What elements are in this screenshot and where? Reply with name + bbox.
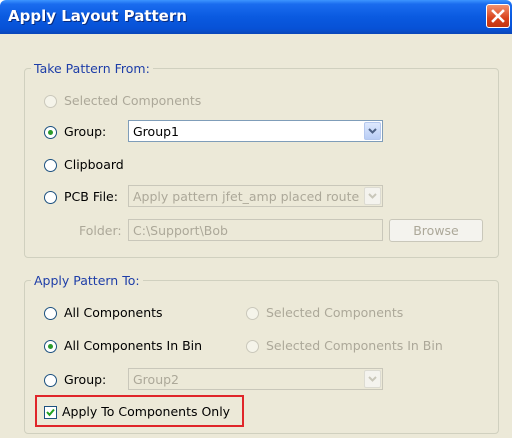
folder-label: Folder:: [79, 223, 122, 238]
take-group-select-value: Group1: [133, 124, 180, 139]
take-pcb-file-radio[interactable]: [44, 191, 57, 204]
pcb-file-dropdown-button: [364, 187, 381, 205]
chevron-down-icon: [368, 128, 377, 134]
take-selected-components-label: Selected Components: [64, 93, 202, 108]
window-title: Apply Layout Pattern: [8, 7, 187, 25]
apply-selected-components-in-bin-radio: [246, 340, 259, 353]
take-pcb-file-label: PCB File:: [64, 189, 118, 204]
take-clipboard-radio[interactable]: [44, 159, 57, 172]
apply-group-select-value: Group2: [133, 372, 180, 387]
apply-group-select: Group2: [128, 368, 383, 390]
apply-all-components-in-bin-radio[interactable]: [44, 340, 57, 353]
folder-field: C:\Support\Bob: [128, 219, 383, 241]
take-selected-components-radio: [44, 95, 57, 108]
apply-selected-components-radio: [246, 307, 259, 320]
browse-button: Browse: [389, 219, 483, 242]
apply-all-components-radio[interactable]: [44, 307, 57, 320]
take-clipboard-label: Clipboard: [64, 157, 124, 172]
apply-all-components-in-bin-label: All Components In Bin: [64, 338, 203, 353]
apply-selected-components-label: Selected Components: [266, 305, 404, 320]
dialog-body: Take Pattern From: Selected Components G…: [0, 34, 512, 438]
check-icon: [46, 408, 55, 417]
chevron-down-icon: [368, 193, 377, 199]
title-bar: Apply Layout Pattern: [0, 0, 512, 34]
close-icon: [491, 9, 505, 23]
apply-group-radio[interactable]: [44, 374, 57, 387]
apply-pattern-legend: Apply Pattern To:: [31, 273, 143, 288]
apply-group-dropdown-button: [364, 370, 381, 388]
take-pattern-legend: Take Pattern From:: [31, 61, 153, 76]
apply-group-label: Group:: [64, 372, 107, 387]
apply-to-components-only-label: Apply To Components Only: [62, 404, 231, 419]
folder-field-value: C:\Support\Bob: [133, 223, 228, 238]
take-group-radio[interactable]: [44, 126, 57, 139]
take-group-dropdown-button[interactable]: [364, 122, 381, 140]
chevron-down-icon: [368, 376, 377, 382]
take-group-label: Group:: [64, 124, 107, 139]
apply-to-components-only-checkbox[interactable]: [44, 406, 57, 419]
apply-selected-components-in-bin-label: Selected Components In Bin: [266, 338, 443, 353]
close-button[interactable]: [486, 4, 510, 28]
apply-all-components-label: All Components: [64, 305, 163, 320]
pcb-file-select-value: Apply pattern jfet_amp placed route: [133, 189, 360, 204]
take-group-select[interactable]: Group1: [128, 120, 383, 142]
pcb-file-select: Apply pattern jfet_amp placed route: [128, 185, 383, 207]
